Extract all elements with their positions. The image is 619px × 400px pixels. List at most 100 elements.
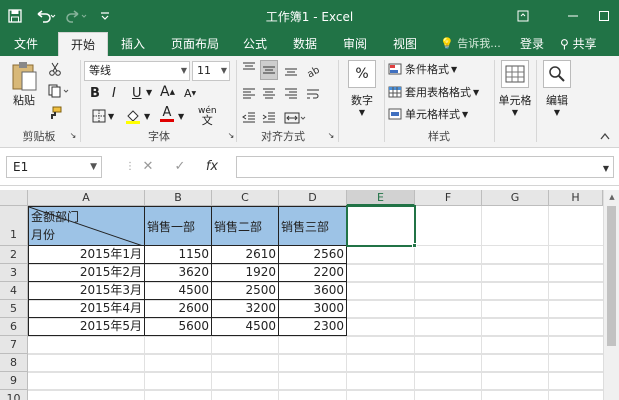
cells-button[interactable]: 单元格 ▼ <box>498 60 532 117</box>
format-painter-icon[interactable] <box>46 104 64 122</box>
column-header-a[interactable]: A <box>28 190 145 206</box>
share-button[interactable]: ⚲ 共享 <box>560 32 597 56</box>
cell-c1[interactable]: 销售二部 <box>212 206 279 246</box>
column-header-g[interactable]: G <box>482 190 549 206</box>
cell-b5[interactable]: 2600 <box>145 300 212 318</box>
font-size-select[interactable]: 11 ▼ <box>192 61 230 81</box>
row-header[interactable]: 8 <box>0 354 28 372</box>
scroll-thumb[interactable] <box>607 206 616 346</box>
column-header-b[interactable]: B <box>145 190 212 206</box>
underline-button[interactable]: U <box>132 86 142 101</box>
cell-c4[interactable]: 2500 <box>212 282 279 300</box>
row-header[interactable]: 10 <box>0 390 28 400</box>
align-left-icon[interactable] <box>240 84 258 104</box>
cell-c3[interactable]: 1920 <box>212 264 279 282</box>
align-right-icon[interactable] <box>282 84 300 104</box>
column-header-e[interactable]: E <box>347 190 415 206</box>
row-header[interactable]: 4 <box>0 282 28 300</box>
cell-a3[interactable]: 2015年2月 <box>28 264 145 282</box>
tab-review[interactable]: 审阅 <box>334 32 376 56</box>
conditional-formatting-button[interactable]: 条件格式 ▼ <box>388 61 457 77</box>
fill-color-dropdown-icon[interactable]: ▼ <box>144 112 150 121</box>
cell-b2[interactable]: 1150 <box>145 246 212 264</box>
row-header[interactable]: 7 <box>0 336 28 354</box>
increase-font-size-button[interactable]: A ▲ <box>160 84 175 100</box>
cell-a2[interactable]: 2015年1月 <box>28 246 145 264</box>
borders-dropdown-icon[interactable]: ▼ <box>108 112 114 121</box>
borders-icon[interactable] <box>90 108 108 124</box>
phonetic-guide-button[interactable]: wén 文 <box>198 106 217 126</box>
italic-button[interactable]: I <box>112 86 116 101</box>
cell-d1[interactable]: 销售三部 <box>279 206 347 246</box>
name-box[interactable]: E1 ▼ <box>6 156 102 178</box>
cell-b1[interactable]: 销售一部 <box>145 206 212 246</box>
increase-indent-icon[interactable] <box>260 108 278 128</box>
select-all-corner[interactable] <box>0 190 28 206</box>
cell-a6[interactable]: 2015年5月 <box>28 318 145 336</box>
font-launcher-icon[interactable]: ↘ <box>226 130 236 140</box>
align-top-icon[interactable] <box>240 60 258 76</box>
cell-b4[interactable]: 4500 <box>145 282 212 300</box>
align-bottom-icon[interactable] <box>282 60 300 80</box>
copy-icon[interactable] <box>46 82 72 100</box>
collapse-ribbon-icon[interactable] <box>598 130 612 142</box>
cell-d3[interactable]: 2200 <box>279 264 347 282</box>
paste-button[interactable]: 粘贴 <box>8 60 40 108</box>
column-header-c[interactable]: C <box>212 190 279 206</box>
vertical-scrollbar[interactable]: ▲ <box>603 190 619 400</box>
align-middle-icon[interactable] <box>260 60 278 80</box>
column-header-h[interactable]: H <box>549 190 603 206</box>
row-header[interactable]: 5 <box>0 300 28 318</box>
cell-b6[interactable]: 5600 <box>145 318 212 336</box>
formula-input[interactable] <box>236 156 614 178</box>
font-name-select[interactable]: 等线 ▼ <box>84 61 190 81</box>
decrease-indent-icon[interactable] <box>240 108 258 128</box>
orientation-icon[interactable]: ab <box>304 60 322 80</box>
editing-button[interactable]: 编辑 ▼ <box>540 60 574 117</box>
cell-c6[interactable]: 4500 <box>212 318 279 336</box>
column-header-d[interactable]: D <box>279 190 347 206</box>
wrap-text-icon[interactable] <box>304 84 322 104</box>
expand-formula-bar-icon[interactable]: ▼ <box>600 162 612 174</box>
tab-file[interactable]: 文件 <box>6 32 46 56</box>
fill-color-icon[interactable] <box>124 108 142 124</box>
number-format-button[interactable]: % 数字 ▼ <box>344 60 380 117</box>
scroll-up-icon[interactable]: ▲ <box>604 190 619 204</box>
font-color-button[interactable]: A <box>160 106 174 122</box>
bold-button[interactable]: B <box>90 86 100 101</box>
cell-c5[interactable]: 3200 <box>212 300 279 318</box>
row-header[interactable]: 6 <box>0 318 28 336</box>
ribbon-display-options-icon[interactable] <box>509 5 537 27</box>
align-center-icon[interactable] <box>260 84 278 104</box>
minimize-icon[interactable] <box>559 5 587 27</box>
cell-c2[interactable]: 2610 <box>212 246 279 264</box>
row-header[interactable]: 9 <box>0 372 28 390</box>
cell-b3[interactable]: 3620 <box>145 264 212 282</box>
column-header-f[interactable]: F <box>415 190 482 206</box>
tab-page-layout[interactable]: 页面布局 <box>164 32 226 56</box>
tab-formulas[interactable]: 公式 <box>234 32 276 56</box>
format-as-table-button[interactable]: 套用表格格式 ▼ <box>388 84 479 100</box>
clipboard-launcher-icon[interactable]: ↘ <box>68 130 78 140</box>
tab-home[interactable]: 开始 <box>58 32 108 56</box>
cut-icon[interactable] <box>46 60 64 78</box>
fill-handle[interactable] <box>412 243 417 248</box>
alignment-launcher-icon[interactable]: ↘ <box>326 130 336 140</box>
tab-data[interactable]: 数据 <box>284 32 326 56</box>
cell-styles-button[interactable]: 单元格样式 ▼ <box>388 106 468 122</box>
insert-function-icon[interactable]: fx <box>202 156 222 178</box>
cell-a1[interactable]: 金额部门 月份 <box>28 206 145 246</box>
underline-dropdown-icon[interactable]: ▼ <box>146 88 152 97</box>
maximize-icon[interactable] <box>590 5 618 27</box>
row-header[interactable]: 3 <box>0 264 28 282</box>
sign-in-link[interactable]: 登录 <box>520 32 544 56</box>
cell-d5[interactable]: 3000 <box>279 300 347 318</box>
cancel-icon[interactable]: ✕ <box>138 156 158 178</box>
font-color-dropdown-icon[interactable]: ▼ <box>178 112 184 121</box>
cell-d4[interactable]: 3600 <box>279 282 347 300</box>
tab-insert[interactable]: 插入 <box>112 32 154 56</box>
tab-view[interactable]: 视图 <box>384 32 426 56</box>
tell-me-box[interactable]: 💡 告诉我... <box>440 32 501 56</box>
row-header[interactable]: 2 <box>0 246 28 264</box>
cell-a5[interactable]: 2015年4月 <box>28 300 145 318</box>
